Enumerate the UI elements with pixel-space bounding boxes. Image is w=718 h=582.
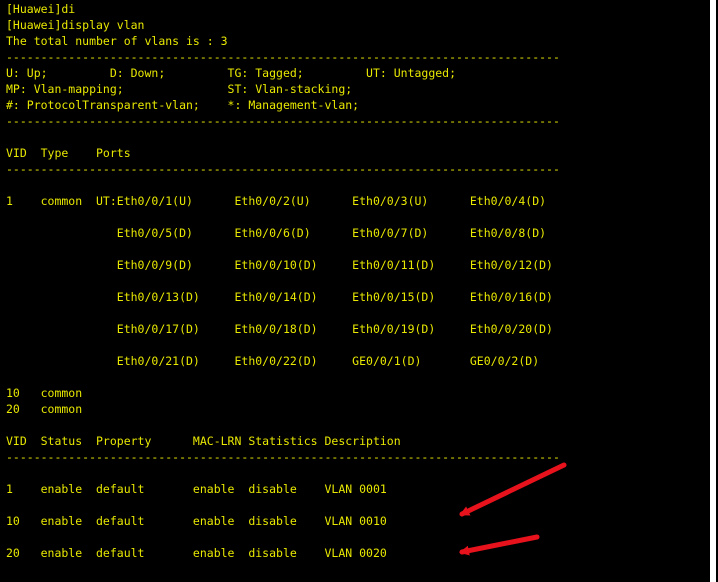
arrow-icon	[459, 462, 567, 517]
annotation-arrows	[459, 462, 567, 556]
arrow-icon	[459, 534, 540, 556]
